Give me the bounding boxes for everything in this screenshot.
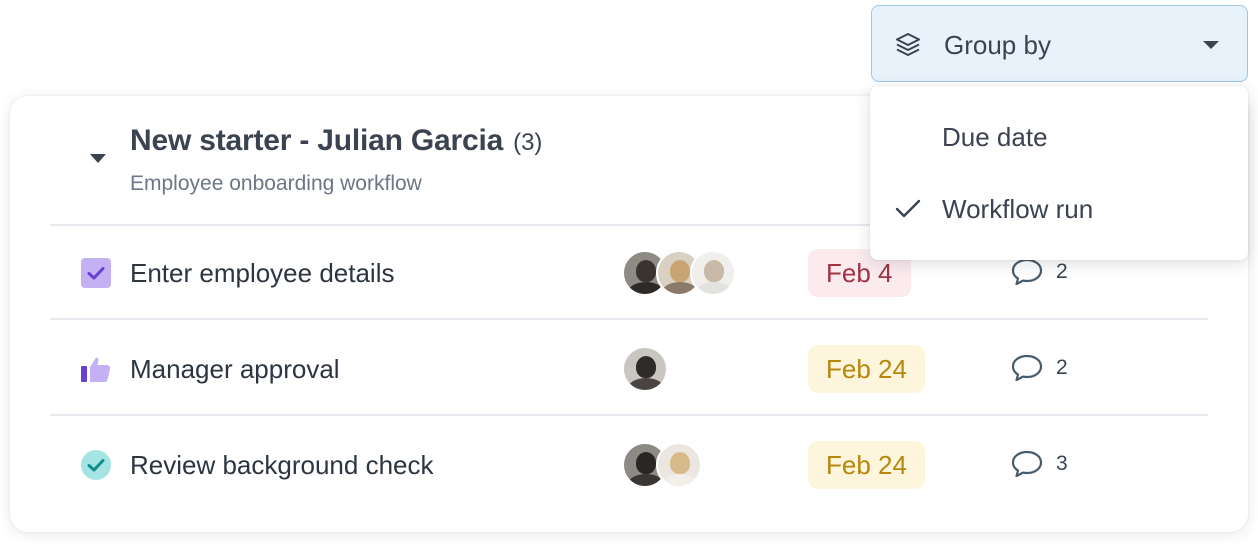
comment-icon [1011, 354, 1043, 382]
due-date-badge[interactable]: Feb 24 [808, 441, 925, 489]
comment-count: 2 [1056, 356, 1068, 379]
comment-icon [1011, 258, 1043, 286]
assignee-avatars[interactable] [622, 346, 668, 392]
group-by-menu: Due date Workflow run [870, 86, 1248, 260]
chevron-down-icon [1203, 41, 1219, 49]
menu-item-label: Workflow run [942, 194, 1094, 224]
comment-count: 2 [1056, 260, 1068, 283]
group-by-label: Group by [944, 30, 1051, 60]
avatar[interactable] [622, 346, 668, 392]
task-row[interactable]: Manager approval Feb 24 2 [50, 322, 1208, 416]
thumbs-up-icon[interactable] [80, 353, 112, 385]
divider [50, 414, 1208, 416]
group-title-row: New starter - Julian Garcia (3) [130, 124, 542, 158]
comments-link[interactable]: 2 [1010, 353, 1068, 383]
menu-item-workflow-run[interactable]: Workflow run [870, 174, 1248, 244]
avatar[interactable] [690, 250, 736, 296]
comments-link[interactable]: 3 [1010, 449, 1068, 479]
group-by-dropdown[interactable]: Group by [871, 5, 1248, 82]
group-count: (3) [513, 129, 543, 156]
group-subtitle[interactable]: Employee onboarding workflow [130, 172, 422, 196]
task-name[interactable]: Manager approval [130, 354, 340, 385]
checkmark-icon [895, 199, 921, 218]
divider [50, 318, 1208, 320]
stage: New starter - Julian Garcia (3) Employee… [0, 0, 1258, 549]
due-date-badge[interactable]: Feb 24 [808, 345, 925, 393]
task-name[interactable]: Enter employee details [130, 258, 394, 289]
comment-count: 3 [1056, 452, 1068, 475]
task-row[interactable]: Review background check Feb 24 3 [50, 418, 1208, 512]
comment-icon [1011, 450, 1043, 478]
avatar[interactable] [656, 442, 702, 488]
assignee-avatars[interactable] [622, 250, 736, 296]
comments-link[interactable]: 2 [1010, 257, 1068, 287]
assignee-avatars[interactable] [622, 442, 702, 488]
task-name[interactable]: Review background check [130, 450, 434, 481]
checkbox-checked-icon[interactable] [80, 257, 112, 289]
menu-item-due-date[interactable]: Due date [870, 102, 1248, 172]
layers-icon [896, 33, 920, 56]
check-circle-icon[interactable] [80, 449, 112, 481]
menu-item-label: Due date [942, 122, 1048, 152]
collapse-caret-icon[interactable] [90, 154, 106, 163]
group-title: New starter - Julian Garcia [130, 124, 504, 157]
